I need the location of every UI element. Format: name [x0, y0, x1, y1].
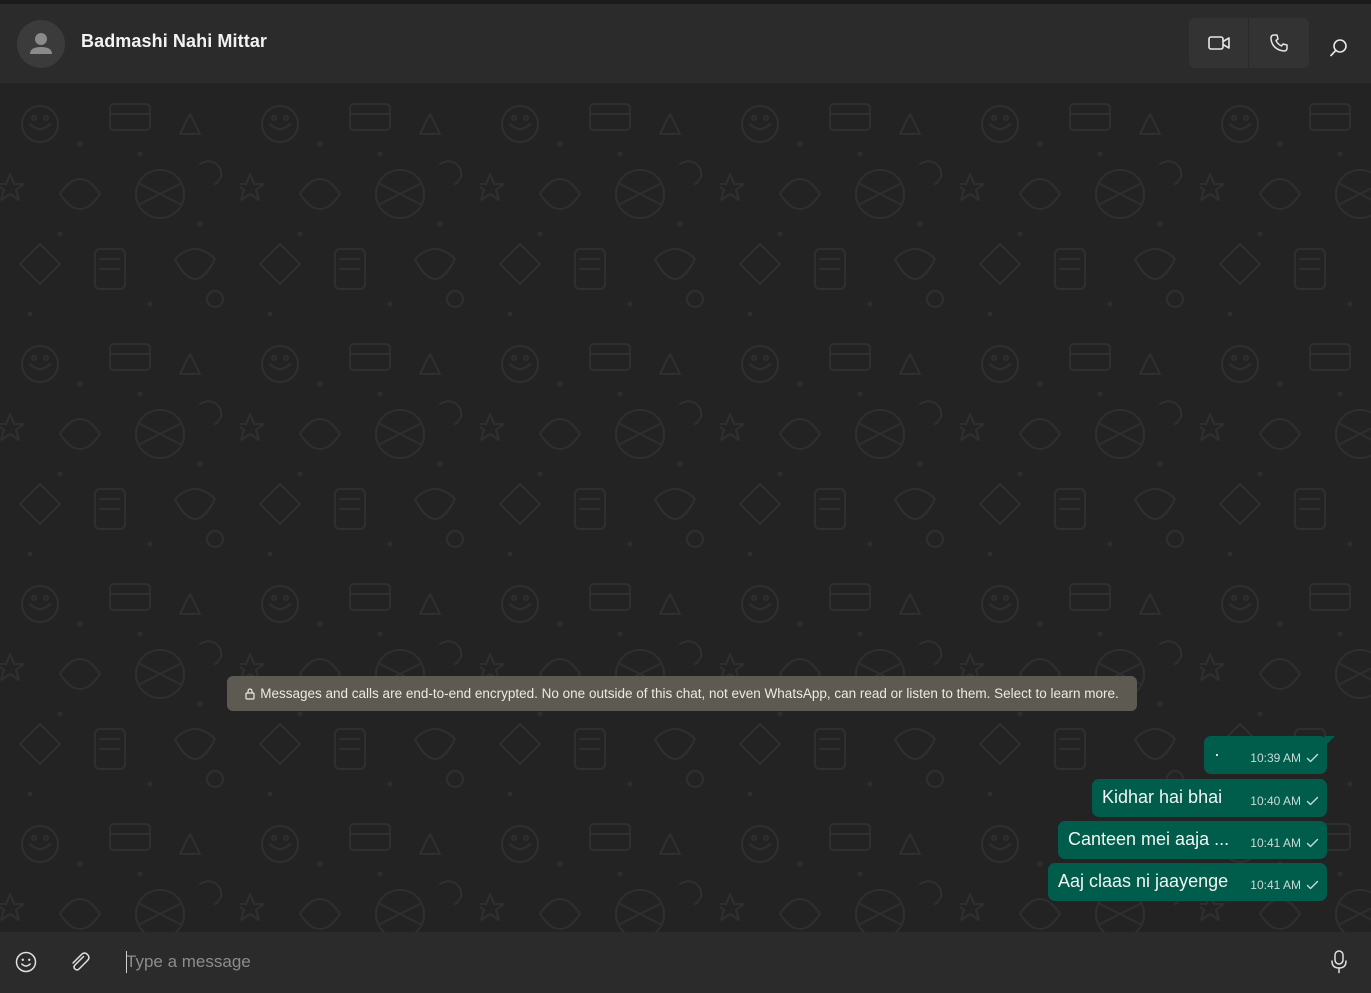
message-bubble[interactable]: Kidhar hai bhai 10:40 AM [1092, 779, 1327, 817]
encryption-notice[interactable]: Messages and calls are end-to-end encryp… [227, 676, 1137, 711]
message-text: Canteen mei aaja ... [1068, 829, 1230, 849]
voice-call-button[interactable] [1249, 18, 1309, 68]
single-check-icon [1306, 838, 1319, 848]
whatsapp-chat-window: Badmashi Nahi Mittar Messages and calls … [0, 0, 1371, 993]
message-text: Kidhar hai bhai [1102, 787, 1223, 807]
single-check-icon [1306, 753, 1319, 763]
message-text: Aaj claas ni jaayenge [1058, 871, 1229, 891]
message-list[interactable]: Messages and calls are end-to-end encryp… [0, 84, 1371, 932]
single-check-icon [1306, 796, 1319, 806]
message-bubble[interactable]: · 10:39 AM [1204, 736, 1335, 774]
message-text: · [1214, 744, 1220, 764]
bubble-tail [1325, 736, 1335, 746]
message-input[interactable] [126, 949, 1286, 975]
message-time: 10:41 AM [1250, 878, 1301, 892]
search-icon [1330, 39, 1347, 57]
attach-button[interactable] [64, 946, 96, 978]
message-time: 10:40 AM [1250, 794, 1301, 808]
message-bubble[interactable]: Aaj claas ni jaayenge 10:41 AM [1048, 863, 1327, 901]
chat-header: Badmashi Nahi Mittar [0, 4, 1371, 84]
message-meta: 10:40 AM [1250, 793, 1319, 809]
avatar-placeholder-icon [30, 33, 52, 54]
voice-call-icon [1270, 34, 1288, 52]
encryption-notice-text: Messages and calls are end-to-end encryp… [260, 686, 1119, 701]
contact-name[interactable]: Badmashi Nahi Mittar [81, 31, 267, 52]
emoji-button[interactable] [10, 946, 42, 978]
message-meta: 10:39 AM [1250, 750, 1319, 766]
message-meta: 10:41 AM [1250, 877, 1319, 893]
search-button[interactable] [1321, 30, 1357, 66]
attach-icon [72, 952, 90, 971]
message-time: 10:41 AM [1250, 836, 1301, 850]
message-meta: 10:41 AM [1250, 835, 1319, 851]
single-check-icon [1306, 880, 1319, 890]
message-bubble[interactable]: Canteen mei aaja ... 10:41 AM [1058, 821, 1327, 859]
call-buttons-group [1189, 18, 1309, 68]
emoji-icon [15, 951, 37, 973]
message-time: 10:39 AM [1250, 751, 1301, 765]
contact-avatar[interactable] [17, 20, 65, 68]
video-call-icon [1207, 36, 1230, 50]
text-cursor [126, 951, 127, 973]
message-composer [0, 932, 1371, 993]
video-call-button[interactable] [1189, 18, 1249, 68]
lock-icon [245, 687, 255, 700]
voice-message-button[interactable] [1323, 946, 1355, 978]
microphone-icon [1331, 950, 1347, 974]
